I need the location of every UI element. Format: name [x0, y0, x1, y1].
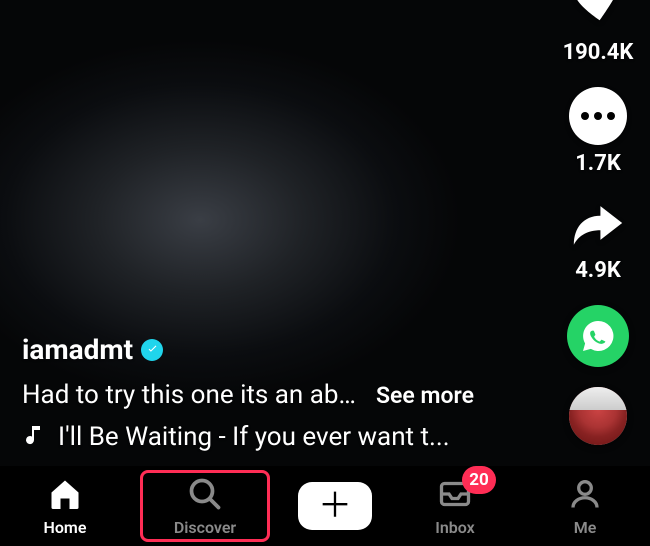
nav-me[interactable]: Me	[530, 470, 640, 542]
sound-title: I'll Be Waiting - If you ever want t...	[58, 422, 450, 452]
create-button: ＋	[298, 482, 372, 530]
username-row[interactable]: iamadmt	[22, 333, 530, 366]
video-feed-screen: 190.4K 1.7K 4.9K iamadmt	[0, 0, 650, 546]
home-icon	[47, 476, 83, 516]
comment-button[interactable]: 1.7K	[569, 87, 627, 176]
nav-create[interactable]: ＋	[290, 470, 380, 542]
share-icon	[569, 198, 627, 252]
whatsapp-share-button[interactable]	[567, 305, 629, 367]
action-rail: 190.4K 1.7K 4.9K	[558, 0, 638, 445]
share-count: 4.9K	[575, 258, 621, 283]
like-count: 190.4K	[563, 40, 634, 65]
nav-discover[interactable]: Discover	[140, 470, 270, 542]
nav-inbox[interactable]: 20 Inbox	[400, 470, 510, 542]
see-more-button[interactable]: See more	[376, 382, 474, 409]
sound-row[interactable]: I'll Be Waiting - If you ever want t...	[22, 422, 530, 452]
nav-home[interactable]: Home	[10, 470, 120, 542]
bottom-nav: Home Discover ＋ 20 Inbox Me	[0, 466, 650, 546]
nav-discover-label: Discover	[174, 518, 236, 537]
like-button[interactable]: 190.4K	[563, 0, 634, 65]
profile-icon	[567, 476, 603, 516]
nav-me-label: Me	[574, 518, 597, 537]
caption-text: Had to try this one its an abs...	[22, 380, 362, 410]
music-note-icon	[22, 423, 46, 451]
sound-disc-avatar	[569, 387, 627, 445]
whatsapp-icon	[567, 305, 629, 367]
share-button[interactable]: 4.9K	[569, 198, 627, 283]
caption-block: iamadmt Had to try this one its an abs..…	[22, 333, 530, 452]
comment-icon	[569, 87, 627, 145]
sound-disc[interactable]	[569, 387, 627, 445]
comment-count: 1.7K	[575, 151, 621, 176]
nav-inbox-label: Inbox	[435, 518, 475, 537]
inbox-badge: 20	[462, 466, 496, 494]
search-icon	[187, 476, 223, 516]
username-text: iamadmt	[22, 333, 133, 366]
nav-home-label: Home	[44, 518, 87, 537]
verified-icon	[141, 339, 163, 361]
plus-icon: ＋	[318, 489, 352, 523]
heart-icon	[569, 0, 627, 34]
